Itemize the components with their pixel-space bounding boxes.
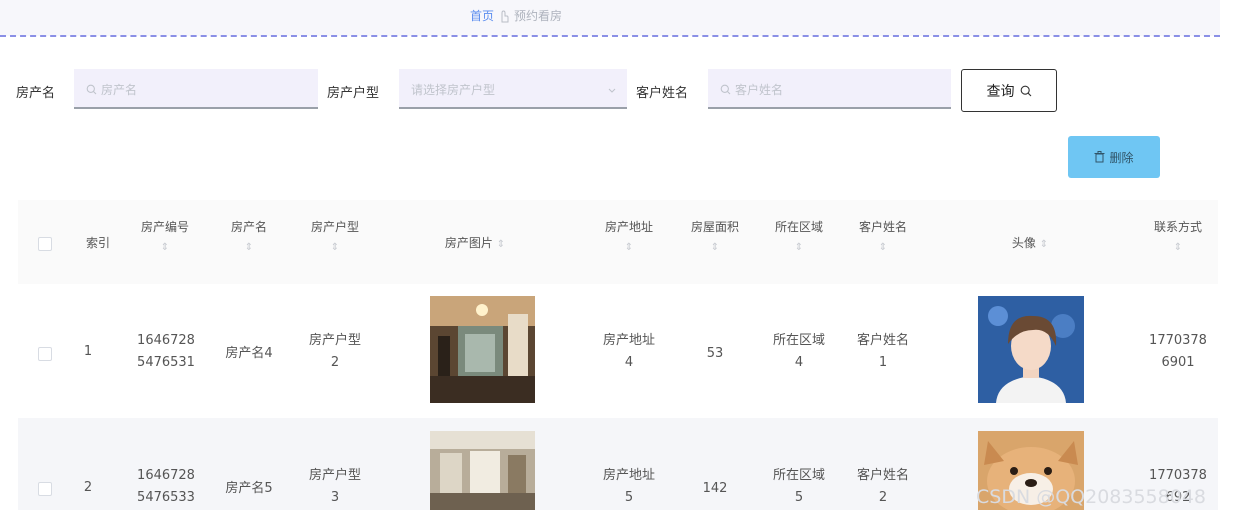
property-photo[interactable] xyxy=(430,431,535,510)
customer-name-input[interactable]: 客户姓名 xyxy=(708,69,951,109)
row-customer: 客户姓名 1 xyxy=(856,333,909,370)
row-index: 2 xyxy=(83,480,93,495)
chevron-down-icon xyxy=(607,80,617,99)
property-photo[interactable] xyxy=(430,296,535,403)
property-type-select[interactable]: 请选择房产户型 xyxy=(399,69,627,109)
sort-icon: ⇕ xyxy=(794,242,804,253)
sort-icon: ⇕ xyxy=(496,239,506,250)
row-checkbox[interactable] xyxy=(38,347,52,361)
sort-icon: ⇕ xyxy=(160,242,170,253)
row-address: 房产地址 4 xyxy=(602,333,655,370)
sort-icon: ⇕ xyxy=(624,242,634,253)
row-code: 1646728 5476533 xyxy=(137,468,195,505)
property-name-label: 房产名 xyxy=(16,86,56,101)
row-index: 1 xyxy=(83,344,93,359)
sort-icon: ⇕ xyxy=(1039,239,1049,250)
row-code: 1646728 5476531 xyxy=(137,333,195,370)
row-type: 房产户型 3 xyxy=(308,468,361,505)
row-customer: 客户姓名 2 xyxy=(856,468,909,505)
breadcrumb: 首页 预约看房 xyxy=(470,7,562,24)
search-icon xyxy=(720,84,731,95)
top-bar: 首页 预约看房 xyxy=(0,0,1220,36)
customer-name-placeholder: 客户姓名 xyxy=(735,83,784,97)
header-code[interactable]: 房产编号 ⇕ xyxy=(130,216,200,258)
row-address: 房产地址 5 xyxy=(602,468,655,505)
customer-name-label: 客户姓名 xyxy=(636,86,689,101)
row-area: 142 xyxy=(702,481,728,496)
header-index: 索引 xyxy=(85,236,110,250)
property-type-placeholder: 请选择房产户型 xyxy=(411,83,496,97)
row-checkbox[interactable] xyxy=(38,482,52,496)
delete-button-label: 删除 xyxy=(1109,150,1134,165)
header-name[interactable]: 房产名 ⇕ xyxy=(214,216,284,258)
header-divider xyxy=(0,35,1220,37)
delete-button[interactable]: 删除 xyxy=(1068,136,1160,178)
header-phone[interactable]: 联系方式 ⇕ xyxy=(1140,216,1216,258)
row-name: 房产名4 xyxy=(225,346,273,361)
query-button-label: 查询 xyxy=(986,83,1015,100)
header-region[interactable]: 所在区域 ⇕ xyxy=(762,216,836,258)
row-region: 所在区域 4 xyxy=(772,333,825,370)
avatar[interactable] xyxy=(978,296,1084,403)
sort-icon: ⇕ xyxy=(1173,242,1183,253)
header-area[interactable]: 房屋面积 ⇕ xyxy=(678,216,752,258)
header-customer[interactable]: 客户姓名 ⇕ xyxy=(846,216,920,258)
watermark: CSDN @QQ2083558048 xyxy=(976,486,1207,508)
sort-icon: ⇕ xyxy=(244,242,254,253)
header-photo[interactable]: 房产图片 ⇕ xyxy=(420,232,530,256)
sort-icon: ⇕ xyxy=(878,242,888,253)
trash-icon xyxy=(1094,151,1105,163)
breadcrumb-current: 预约看房 xyxy=(514,9,563,23)
breadcrumb-home[interactable]: 首页 xyxy=(470,7,494,24)
select-all-checkbox[interactable] xyxy=(38,237,52,251)
property-type-label: 房产户型 xyxy=(327,86,380,101)
row-phone: 1770378 6901 xyxy=(1149,333,1207,370)
search-icon xyxy=(86,84,97,95)
row-type: 房产户型 2 xyxy=(308,333,361,370)
search-icon xyxy=(1020,85,1031,96)
hand-icon xyxy=(499,9,509,23)
row-region: 所在区域 5 xyxy=(772,468,825,505)
header-address[interactable]: 房产地址 ⇕ xyxy=(592,216,666,258)
property-name-placeholder: 房产名 xyxy=(101,83,138,97)
header-type[interactable]: 房产户型 ⇕ xyxy=(298,216,372,258)
property-name-input[interactable]: 房产名 xyxy=(74,69,318,109)
sort-icon: ⇕ xyxy=(710,242,720,253)
sort-icon: ⇕ xyxy=(330,242,340,253)
row-name: 房产名5 xyxy=(225,481,273,496)
row-area: 53 xyxy=(706,346,724,361)
header-avatar[interactable]: 头像 ⇕ xyxy=(980,232,1080,256)
query-button[interactable]: 查询 xyxy=(961,69,1057,112)
